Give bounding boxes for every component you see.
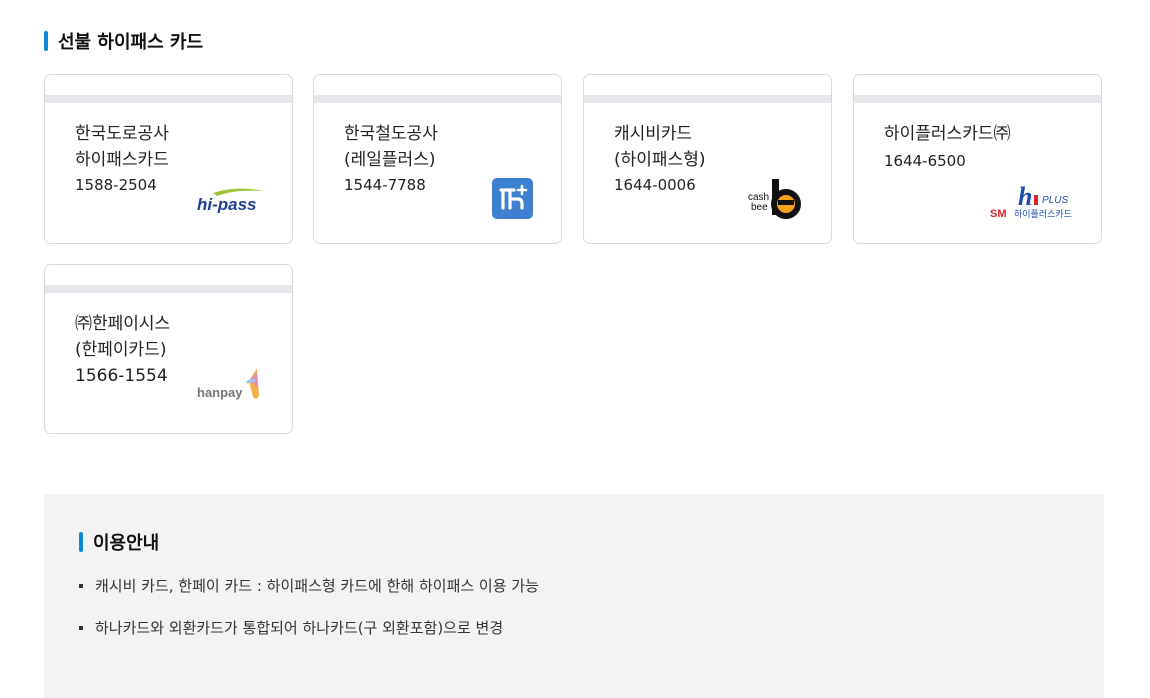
card-name: 캐시비카드 (하이패스형) — [614, 121, 705, 173]
hiplus-sm-text: SM — [990, 208, 1007, 220]
card-name: 한국철도공사 (레일플러스) — [344, 121, 438, 173]
card-name-line1: 한국철도공사 — [344, 124, 438, 144]
card-header-strip — [45, 95, 292, 103]
card-name-line2: 하이패스카드 — [75, 150, 169, 170]
rail-plus-logo-icon — [492, 178, 533, 219]
card-name-line1: 캐시비카드 — [614, 124, 693, 144]
info-section-title: 이용안내 — [79, 529, 159, 555]
info-list: 캐시비 카드, 한페이 카드 : 하이패스형 카드에 한해 하이패스 이용 가능… — [79, 574, 539, 658]
card-header-strip — [314, 95, 561, 103]
card-name-line1: 한국도로공사 — [75, 124, 169, 144]
info-list-item: 하나카드와 외환카드가 통합되어 하나카드(구 외환포함)으로 변경 — [79, 616, 539, 658]
card-railplus[interactable]: 한국철도공사 (레일플러스) 1544-7788 — [313, 74, 562, 244]
title-accent-bar — [79, 532, 83, 552]
hi-pass-logo-text: hi-pass — [197, 195, 257, 213]
info-list-item: 캐시비 카드, 한페이 카드 : 하이패스형 카드에 한해 하이패스 이용 가능 — [79, 574, 539, 616]
prepaid-title-text: 선불 하이패스 카드 — [58, 32, 204, 53]
card-name: 한국도로공사 하이패스카드 — [75, 121, 169, 173]
card-name-line2: (레일플러스) — [344, 150, 436, 170]
info-title-text: 이용안내 — [93, 533, 160, 554]
hi-pass-logo-icon: hi-pass — [197, 188, 263, 213]
usage-info-panel: 이용안내 캐시비 카드, 한페이 카드 : 하이패스형 카드에 한해 하이패스 … — [44, 494, 1104, 698]
card-cashbee[interactable]: 캐시비카드 (하이패스형) 1644-0006 cash bee — [583, 74, 832, 244]
card-header-strip — [854, 95, 1101, 103]
card-name-line2: (한페이카드) — [75, 340, 167, 360]
prepaid-section-title: 선불 하이패스 카드 — [44, 28, 203, 54]
card-header-strip — [584, 95, 831, 103]
card-phone: 1566-1554 — [75, 366, 168, 386]
cashbee-logo-icon: cash bee — [748, 179, 801, 219]
title-accent-bar — [44, 31, 48, 51]
hanpay-logo-icon: hanpay — [197, 369, 259, 400]
card-header-strip — [45, 285, 292, 293]
card-hanpay[interactable]: ㈜한페이시스 (한페이카드) 1566-1554 hanpay — [44, 264, 293, 434]
svg-text:h: h — [1018, 182, 1032, 211]
card-name: ㈜한페이시스 (한페이카드) — [75, 311, 170, 363]
card-name: 하이플러스카드㈜ — [884, 121, 1010, 147]
card-name-line1: 하이플러스카드㈜ — [884, 124, 1011, 144]
card-hipass[interactable]: 한국도로공사 하이패스카드 1588-2504 hi-pass — [44, 74, 293, 244]
card-phone: 1588-2504 — [75, 176, 157, 194]
card-phone: 1644-0006 — [614, 176, 696, 194]
card-name-line1: ㈜한페이시스 — [75, 314, 171, 334]
card-name-line2: (하이패스형) — [614, 150, 706, 170]
card-hiplus[interactable]: 하이플러스카드㈜ 1644-6500 h PLUS SM 하이플러스카드 — [853, 74, 1102, 244]
hiplus-logo-icon: h PLUS SM 하이플러스카드 — [990, 182, 1072, 220]
hiplus-plus-text: PLUS — [1042, 195, 1068, 206]
cashbee-text-bee: bee — [751, 202, 768, 213]
card-phone: 1644-6500 — [884, 152, 966, 170]
card-phone: 1544-7788 — [344, 176, 426, 194]
hiplus-brand-text: 하이플러스카드 — [1014, 209, 1072, 220]
hanpay-logo-text: hanpay — [197, 385, 243, 400]
